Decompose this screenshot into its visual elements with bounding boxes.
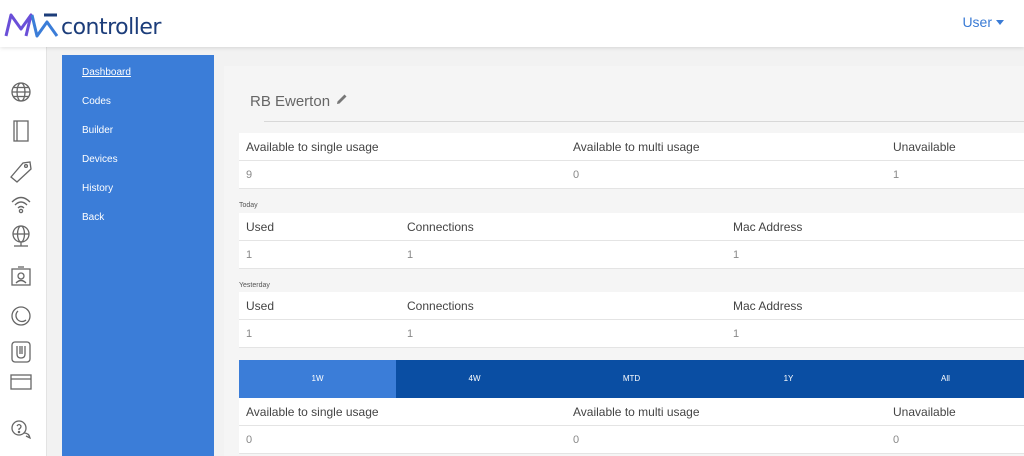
sidebar-nav: Dashboard Codes Builder Devices History … [62, 55, 214, 456]
tag-icon[interactable] [8, 158, 34, 184]
header-divider [264, 121, 1024, 122]
id-badge-icon[interactable] [8, 263, 34, 289]
wifi-signal-icon[interactable] [8, 192, 34, 218]
table-cell: 0 [246, 434, 253, 446]
column-header: Connections [407, 299, 474, 313]
column-header: Available to single usage [246, 405, 379, 419]
page-title: RB Ewerton [250, 92, 331, 110]
column-header: Used [246, 299, 275, 313]
column-header: Available to multi usage [573, 140, 700, 154]
user-menu-dropdown[interactable]: User [962, 14, 1004, 30]
sidebar-item-devices[interactable]: Devices [62, 152, 214, 181]
tab-1y[interactable]: 1Y [710, 360, 867, 398]
column-header: Mac Address [733, 220, 803, 234]
table-header-row: Available to single usage Available to m… [239, 398, 1024, 426]
period-tabs: 1W 4W MTD 1Y All [239, 360, 1024, 398]
table-cell: 0 [573, 434, 580, 446]
table-header-row: Used Connections Mac Address [239, 213, 1024, 241]
sidebar-item-builder[interactable]: Builder [62, 123, 214, 152]
main-content: RB Ewerton Available to single usage Ava… [224, 66, 1024, 456]
logo-text: controller [61, 14, 161, 40]
support-chat-icon[interactable] [8, 417, 34, 443]
globe-icon[interactable] [8, 79, 34, 105]
book-icon[interactable] [8, 118, 34, 144]
column-header: Available to single usage [246, 140, 379, 154]
table-cell: 0 [573, 169, 580, 181]
section-label-yesterday: Yesterday [239, 282, 270, 289]
column-header: Mac Address [733, 299, 803, 313]
table-cell: 1 [407, 249, 414, 261]
table-row: 1 1 1 [239, 241, 1024, 269]
table-row: 9 0 1 [239, 161, 1024, 189]
icon-rail [0, 47, 47, 456]
page-header: RB Ewerton [250, 86, 348, 116]
table-cell: 1 [733, 328, 740, 340]
table-cell: 1 [733, 249, 740, 261]
sidebar-item-back[interactable]: Back [62, 210, 214, 239]
tab-mtd[interactable]: MTD [553, 360, 710, 398]
table-cell: 1 [246, 249, 253, 261]
tab-1w[interactable]: 1W [239, 360, 396, 398]
column-header: Unavailable [893, 140, 956, 154]
caret-down-icon [996, 20, 1004, 25]
top-navbar: controller User [0, 0, 1024, 47]
table-row: 0 0 0 [239, 426, 1024, 454]
moon-icon[interactable] [8, 303, 34, 329]
magnet-icon[interactable] [8, 339, 34, 365]
table-header-row: Used Connections Mac Address [239, 292, 1024, 320]
sidebar-item-dashboard[interactable]: Dashboard [62, 65, 214, 94]
table-row: 1 1 1 [239, 320, 1024, 348]
column-header: Used [246, 220, 275, 234]
network-globe-icon[interactable] [8, 223, 34, 249]
table-cell: 1 [407, 328, 414, 340]
table-cell: 0 [893, 434, 900, 446]
sidebar-item-codes[interactable]: Codes [62, 94, 214, 123]
pencil-edit-icon[interactable] [336, 92, 348, 110]
column-header: Unavailable [893, 405, 956, 419]
card-icon[interactable] [8, 369, 34, 395]
table-cell: 9 [246, 169, 253, 181]
yesterday-table: Used Connections Mac Address 1 1 1 [239, 292, 1024, 348]
today-table: Used Connections Mac Address 1 1 1 [239, 213, 1024, 269]
period-stats-table: Available to single usage Available to m… [239, 398, 1024, 454]
tab-4w[interactable]: 4W [396, 360, 553, 398]
availability-table: Available to single usage Available to m… [239, 133, 1024, 189]
column-header: Connections [407, 220, 474, 234]
table-cell: 1 [893, 169, 900, 181]
sidebar-item-history[interactable]: History [62, 181, 214, 210]
column-header: Available to multi usage [573, 405, 700, 419]
table-header-row: Available to single usage Available to m… [239, 133, 1024, 161]
brand-logo[interactable]: controller [4, 10, 161, 40]
logo-mark-icon [4, 13, 59, 38]
tab-all[interactable]: All [867, 360, 1024, 398]
section-label-today: Today [239, 202, 258, 209]
user-menu-label: User [962, 14, 992, 30]
table-cell: 1 [246, 328, 253, 340]
